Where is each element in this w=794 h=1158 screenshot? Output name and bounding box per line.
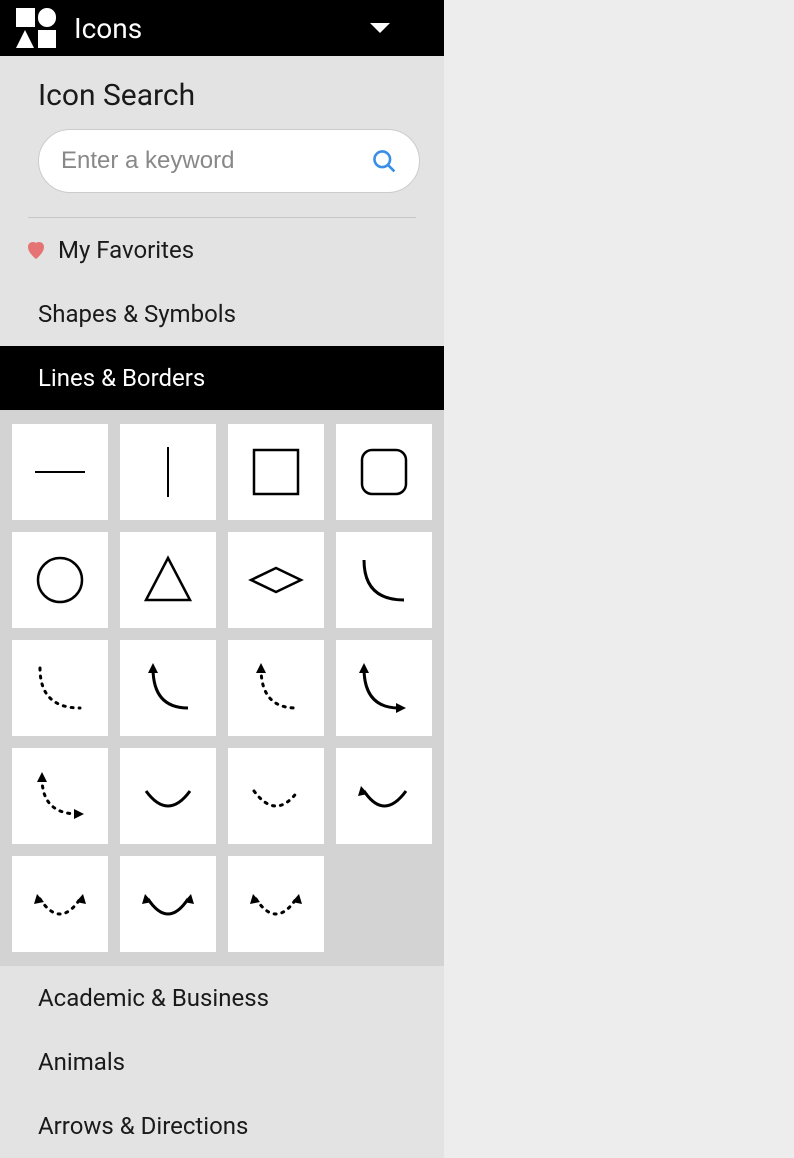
icon-tile-horizontal-line[interactable] [12,424,108,520]
rounded-square-icon [354,442,414,502]
dropdown-arrow-icon[interactable] [370,23,390,33]
icon-tile-dotted-arc-double-arrow[interactable] [12,856,108,952]
icon-tile-vertical-line[interactable] [120,424,216,520]
icon-tile-dotted-arrow-curve-left[interactable] [228,640,324,736]
circle-icon [30,550,90,610]
curve-icon [354,550,414,610]
dotted-curve-icon [30,658,90,718]
app-logo [16,8,56,48]
icon-tile-arc-double-arrow[interactable] [120,856,216,952]
heart-icon [24,238,48,262]
icon-tile-arrow-curve-left[interactable] [120,640,216,736]
horizontal-line-icon [30,442,90,502]
arc-arrow-left-icon [354,766,414,826]
icon-tile-curve[interactable] [336,532,432,628]
icon-tile-dotted-arc[interactable] [228,748,324,844]
dotted-arc-icon [246,766,306,826]
icon-tile-dotted-arc-arrows[interactable] [12,748,108,844]
icon-tile-dotted-arc-double-arrow-2[interactable] [228,856,324,952]
panel-title: Icons [74,12,142,45]
search-box[interactable] [38,129,420,193]
dotted-arc-double-arrow-2-icon [246,874,306,934]
icon-tile-arc-arrow-left[interactable] [336,748,432,844]
square-icon [246,442,306,502]
icon-tile-arrow-curve-right[interactable] [336,640,432,736]
arrow-curve-right-icon [354,658,414,718]
category-animals[interactable]: Animals [0,1030,444,1094]
search-heading: Icon Search [38,78,444,113]
search-icon[interactable] [371,146,397,176]
search-input[interactable] [61,147,371,175]
arc-double-arrow-icon [138,874,198,934]
icons-grid [0,410,444,966]
category-academic-business[interactable]: Academic & Business [0,966,444,1030]
icon-tile-diamond[interactable] [228,532,324,628]
category-lines-borders[interactable]: Lines & Borders [0,346,444,410]
dotted-arc-arrows-icon [30,766,90,826]
arc-icon [138,766,198,826]
favorites-label: My Favorites [58,236,194,264]
category-arrows-directions[interactable]: Arrows & Directions [0,1094,444,1158]
dotted-arrow-curve-left-icon [246,658,306,718]
vertical-line-icon [138,442,198,502]
triangle-icon [138,550,198,610]
icon-tile-square[interactable] [228,424,324,520]
category-shapes-symbols[interactable]: Shapes & Symbols [0,282,444,346]
icon-tile-triangle[interactable] [120,532,216,628]
dotted-arc-double-arrow-icon [30,874,90,934]
panel-header[interactable]: Icons [0,0,444,56]
icon-tile-arc[interactable] [120,748,216,844]
icon-tile-dotted-curve[interactable] [12,640,108,736]
icon-tile-rounded-square[interactable] [336,424,432,520]
icon-tile-circle[interactable] [12,532,108,628]
arrow-curve-left-icon [138,658,198,718]
diamond-icon [246,550,306,610]
my-favorites[interactable]: My Favorites [0,218,444,282]
